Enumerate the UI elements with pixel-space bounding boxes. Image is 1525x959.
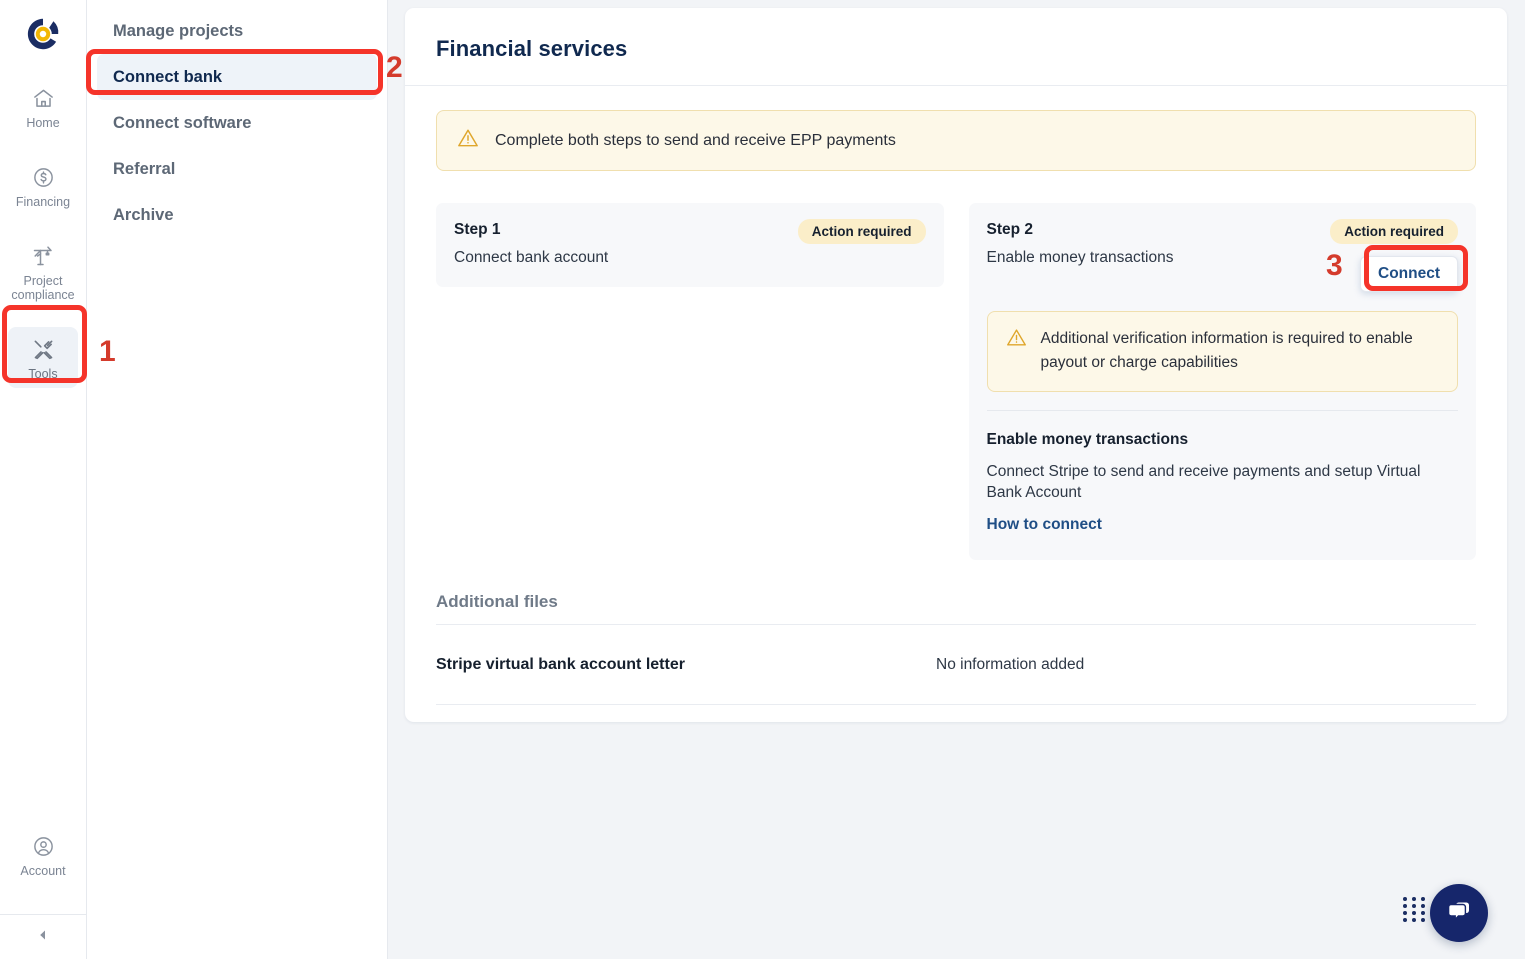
rail-item-tools[interactable]: Tools	[8, 327, 78, 388]
chat-bubble-icon	[1444, 896, 1474, 931]
chat-button[interactable]	[1430, 884, 1488, 942]
chat-drag-handle[interactable]	[1403, 897, 1427, 922]
how-to-connect-link[interactable]: How to connect	[987, 516, 1102, 534]
tools-icon	[32, 336, 55, 362]
card-header: Financial services	[405, 8, 1507, 86]
status-badge: Action required	[797, 219, 926, 244]
primary-nav-rail: Home Financing Project compliance Tools …	[0, 0, 87, 959]
rail-item-financing[interactable]: Financing	[8, 155, 78, 216]
connect-row: Connect	[1360, 256, 1458, 292]
collapse-sidebar-button[interactable]	[0, 915, 87, 959]
rail-item-label: Project compliance	[11, 274, 75, 302]
company-logo[interactable]	[21, 12, 65, 56]
step-1-title: Step 1	[454, 221, 501, 238]
home-icon	[32, 85, 55, 111]
connect-button[interactable]: Connect	[1360, 256, 1458, 292]
card-footer-padding	[436, 705, 1476, 722]
rail-item-project-compliance[interactable]: Project compliance	[8, 234, 78, 309]
steps-row: Step 1 Connect bank account Action requi…	[436, 203, 1476, 560]
sidebar-item-manage-projects[interactable]: Manage projects	[97, 8, 377, 54]
rail-item-home[interactable]: Home	[8, 76, 78, 137]
detail-description: Connect Stripe to send and receive payme…	[986, 463, 1421, 501]
verification-warning: Additional verification information is r…	[986, 311, 1458, 392]
page-title: Financial services	[436, 36, 628, 61]
banner-text: Complete both steps to send and receive …	[495, 131, 896, 149]
step-2-title: Step 2	[986, 221, 1034, 238]
sidebar-item-connect-bank[interactable]: Connect bank	[97, 54, 377, 100]
table-row: Stripe virtual bank account letter No in…	[436, 625, 1476, 705]
step-1-card: Step 1 Connect bank account Action requi…	[436, 203, 944, 287]
logo-icon	[27, 18, 59, 50]
rail-item-label: Home	[26, 116, 60, 130]
crane-icon	[31, 243, 55, 269]
rail-item-label: Tools	[28, 367, 58, 381]
detail-title: Enable money transactions	[986, 431, 1189, 448]
step-2-card: Step 2 Enable money transactions Action …	[968, 203, 1477, 560]
main-content: Financial services Complete both steps t…	[388, 0, 1525, 959]
status-badge: Action required	[1330, 219, 1458, 244]
rail-item-label: Account	[20, 864, 66, 878]
additional-files-heading: Additional files	[436, 592, 1476, 625]
step-1-header: Step 1 Connect bank account Action requi…	[436, 203, 944, 287]
sidebar-item-connect-software[interactable]: Connect software	[97, 100, 377, 146]
secondary-nav: Manage projects Connect bank Connect sof…	[87, 0, 388, 959]
card-body: Complete both steps to send and receive …	[405, 86, 1507, 722]
rail-item-label: Financing	[15, 195, 71, 209]
epp-warning-banner: Complete both steps to send and receive …	[436, 110, 1476, 171]
rail-bottom: Account	[0, 824, 87, 959]
step-1-column: Step 1 Connect bank account Action requi…	[436, 203, 944, 560]
rail-item-account[interactable]: Account	[8, 824, 78, 896]
verification-warning-text: Additional verification information is r…	[1040, 330, 1413, 371]
additional-files-section: Additional files Stripe virtual bank acc…	[436, 592, 1476, 705]
rail-items: Home Financing Project compliance Tools	[0, 76, 86, 406]
dollar-circle-icon	[32, 164, 55, 190]
warning-triangle-icon	[1006, 327, 1027, 375]
step-1-subtitle: Connect bank account	[454, 249, 609, 266]
account-circle-icon	[32, 833, 55, 859]
app-root: Home Financing Project compliance Tools …	[0, 0, 1525, 959]
sidebar-item-referral[interactable]: Referral	[97, 146, 377, 192]
step-2-subtitle: Enable money transactions	[986, 249, 1174, 266]
step-2-column: Step 2 Enable money transactions Action …	[968, 203, 1477, 560]
step-2-header: Step 2 Enable money transactions Action …	[969, 203, 1477, 311]
step-2-detail: Enable money transactions Connect Stripe…	[969, 411, 1477, 560]
file-name: Stripe virtual bank account letter	[436, 656, 685, 673]
sidebar-item-archive[interactable]: Archive	[97, 192, 377, 238]
collapse-left-icon	[36, 928, 50, 947]
warning-triangle-icon	[457, 127, 479, 154]
file-value: No information added	[936, 656, 1085, 673]
financial-services-card: Financial services Complete both steps t…	[405, 8, 1507, 722]
